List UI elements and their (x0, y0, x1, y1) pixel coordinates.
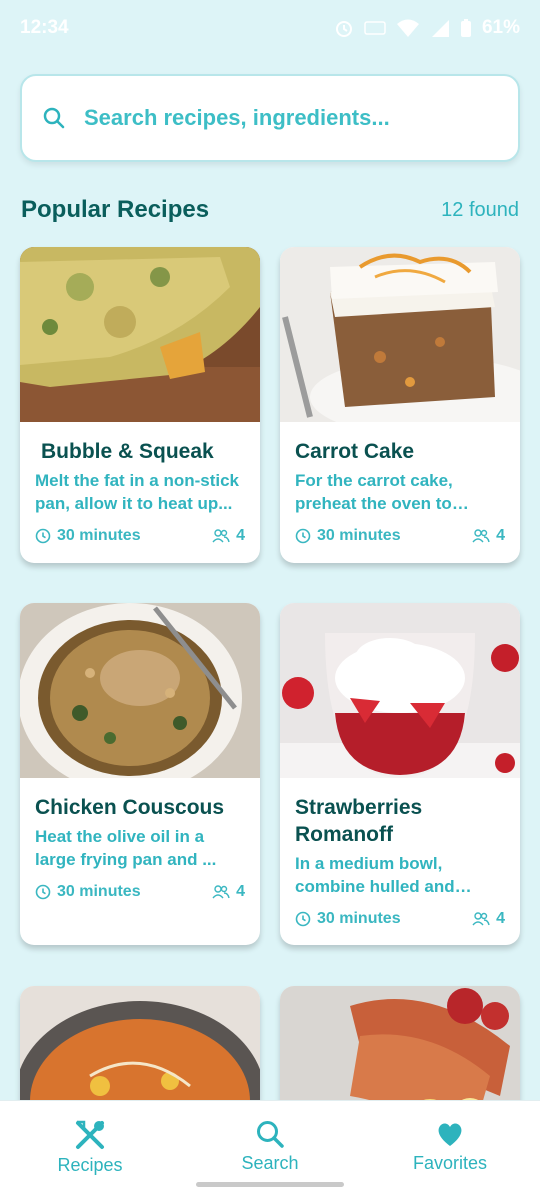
recipe-servings: 4 (236, 883, 245, 900)
servings-icon (472, 912, 490, 926)
clock-icon (295, 911, 311, 927)
recipe-description: In a medium bowl, combine hulled and qua… (295, 854, 455, 896)
recipe-time: 30 minutes (57, 883, 141, 900)
search-icon (43, 107, 65, 129)
recipe-servings: 4 (496, 527, 505, 544)
recipe-time: 30 minutes (57, 527, 141, 544)
nav-search[interactable]: Search (195, 1119, 345, 1174)
recipe-image (280, 603, 520, 778)
home-indicator[interactable] (196, 1182, 344, 1187)
search-bar[interactable] (20, 74, 520, 162)
utensils-icon (76, 1120, 104, 1149)
search-icon (257, 1121, 284, 1148)
recipe-time: 30 minutes (317, 527, 401, 544)
nav-recipes[interactable]: Recipes (15, 1119, 165, 1176)
recipe-meta: 30 minutes 4 (295, 527, 505, 545)
recipe-meta: 30 minutes 4 (35, 527, 245, 545)
nav-recipes-label: Recipes (57, 1155, 123, 1175)
servings-icon (212, 885, 230, 899)
recipe-image (20, 247, 260, 422)
recipe-title: Chicken Couscous (35, 796, 225, 819)
volte-icon (364, 21, 386, 35)
recipe-time: 30 minutes (317, 910, 401, 927)
section-title: Popular Recipes (21, 196, 210, 223)
recipe-meta: 30 minutes 4 (35, 883, 245, 901)
signal-icon (431, 20, 449, 37)
status-time: 12:34 (20, 17, 69, 38)
heart-icon (438, 1123, 462, 1146)
clock-icon (35, 884, 51, 900)
battery-icon (460, 19, 471, 37)
recipe-card[interactable]: Chicken Couscous Heat the olive oil in a… (20, 603, 260, 945)
status-icons: 61% (334, 17, 520, 39)
recipe-card[interactable]: Bubble & Squeak Melt the fat in a non-st… (20, 247, 260, 563)
recipe-title: Carrot Cake (295, 440, 415, 463)
recipe-description: Melt the fat in a non-stick pan, allow i… (35, 471, 240, 513)
recipe-card[interactable]: Strawberries Romanoff In a medium bowl, … (280, 603, 520, 945)
nav-favorites-label: Favorites (412, 1153, 488, 1173)
recipe-meta: 30 minutes 4 (295, 910, 505, 928)
status-bar: 12:34 61% (0, 0, 540, 56)
alarm-icon (335, 21, 352, 37)
servings-icon (472, 529, 490, 543)
recipe-servings: 4 (496, 910, 505, 927)
recipe-servings: 4 (236, 527, 245, 544)
battery-percent: 61% (481, 17, 520, 38)
clock-icon (35, 528, 51, 544)
servings-icon (212, 529, 230, 543)
recipe-image (280, 247, 520, 422)
recipe-title: Strawberries Romanoff (295, 796, 423, 846)
wifi-icon (396, 19, 419, 37)
recipe-title: Bubble & Squeak (41, 440, 214, 463)
results-count: 12 found (441, 199, 519, 221)
recipe-description: Heat the olive oil in a large frying pan… (35, 827, 217, 869)
recipe-card[interactable]: Carrot Cake For the carrot cake, preheat… (280, 247, 520, 563)
nav-search-label: Search (241, 1153, 299, 1173)
search-input[interactable] (84, 105, 484, 131)
clock-icon (295, 528, 311, 544)
nav-favorites[interactable]: Favorites (375, 1119, 525, 1174)
recipe-description: For the carrot cake, preheat the oven to… (295, 471, 453, 513)
recipe-image (20, 603, 260, 778)
